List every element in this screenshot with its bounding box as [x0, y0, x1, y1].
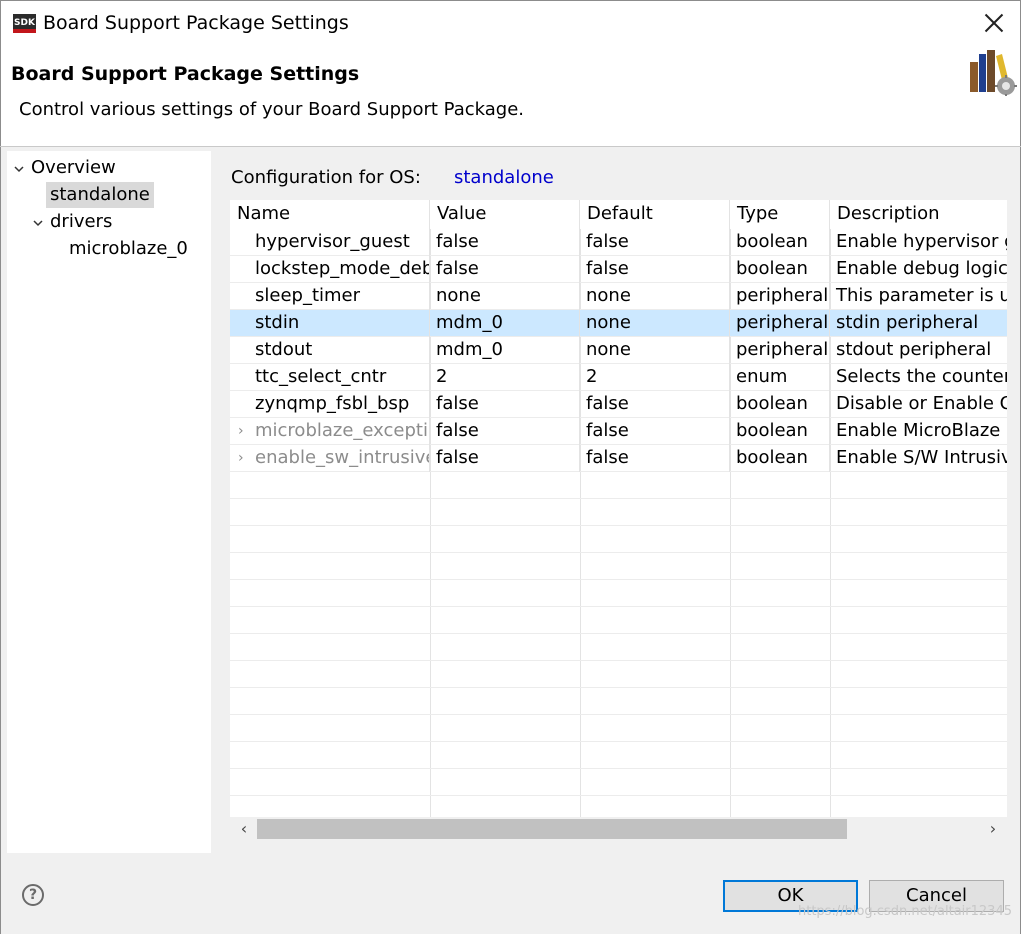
cell-value[interactable]: false: [430, 256, 580, 283]
cell-value[interactable]: false: [430, 229, 580, 256]
dialog-body: Overview standalone drivers microblaze_0…: [0, 147, 1021, 934]
chevron-down-icon[interactable]: [33, 218, 43, 228]
empty-row: [230, 742, 1007, 769]
cell-name: zynqmp_fsbl_bsp: [230, 391, 430, 418]
column-header-description[interactable]: Description: [830, 200, 1007, 229]
cell-default: false: [580, 445, 730, 472]
tree-item-drivers[interactable]: drivers: [50, 209, 112, 235]
cell-type: boolean: [730, 229, 830, 256]
column-header-default[interactable]: Default: [580, 200, 730, 229]
column-header-type[interactable]: Type: [730, 200, 830, 229]
cell-description: Enable S/W Intrusive: [836, 447, 1007, 468]
empty-row: [230, 607, 1007, 634]
table-row[interactable]: zynqmp_fsbl_bsp false false boolean Disa…: [230, 391, 1007, 418]
empty-row: [230, 526, 1007, 553]
empty-row: [230, 580, 1007, 607]
tree-item-microblaze[interactable]: microblaze_0: [69, 236, 188, 262]
config-os-value: standalone: [454, 167, 554, 188]
cell-default: false: [580, 229, 730, 256]
config-label: Configuration for OS:: [231, 167, 421, 188]
window-title: Board Support Package Settings: [43, 12, 349, 34]
books-gear-icon: [970, 50, 1017, 96]
cell-description: Enable hypervisor g: [836, 231, 1007, 252]
cell-value[interactable]: 2: [430, 364, 580, 391]
title-bar: SDK Board Support Package Settings: [0, 0, 1021, 46]
cell-description: Enable MicroBlaze E: [836, 420, 1007, 441]
cell-type: boolean: [730, 418, 830, 445]
table-row[interactable]: › microblaze_exceptio false false boolea…: [230, 418, 1007, 445]
table-header: Name Value Default Type Description: [230, 200, 1007, 229]
cell-description: Disable or Enable O: [836, 393, 1007, 414]
cell-default: none: [580, 337, 730, 364]
tree-item-standalone[interactable]: standalone: [46, 182, 154, 208]
empty-row: [230, 634, 1007, 661]
cell-description: Selects the counter: [836, 366, 1007, 387]
cell-name: enable_sw_intrusive_: [230, 445, 430, 472]
cell-name: ttc_select_cntr: [230, 364, 430, 391]
cell-name: stdout: [230, 337, 430, 364]
sdk-app-icon: SDK: [13, 14, 36, 33]
table-row[interactable]: hypervisor_guest false false boolean Ena…: [230, 229, 1007, 256]
cell-type: peripheral: [730, 283, 830, 310]
tree-item-overview[interactable]: Overview: [31, 155, 116, 181]
empty-row: [230, 661, 1007, 688]
table-row[interactable]: stdout mdm_0 none peripheral stdout peri…: [230, 337, 1007, 364]
header-description: Control various settings of your Board S…: [19, 99, 524, 120]
table-row-selected[interactable]: stdin mdm_0 none peripheral stdin periph…: [230, 310, 1007, 337]
cell-description: stdout peripheral: [836, 339, 992, 360]
close-icon[interactable]: [982, 11, 1006, 35]
column-header-value[interactable]: Value: [430, 200, 580, 229]
chevron-down-icon[interactable]: [14, 164, 24, 174]
scroll-left-icon[interactable]: ‹: [232, 817, 256, 841]
cell-default: 2: [580, 364, 730, 391]
cell-description: stdin peripheral: [836, 312, 979, 333]
table-row[interactable]: ttc_select_cntr 2 2 enum Selects the cou…: [230, 364, 1007, 391]
cell-default: none: [580, 310, 730, 337]
scroll-right-icon[interactable]: ›: [981, 817, 1005, 841]
header-title: Board Support Package Settings: [11, 63, 360, 85]
cell-name: stdin: [230, 310, 430, 337]
cell-description: This parameter is us: [836, 285, 1007, 306]
cell-default: false: [580, 256, 730, 283]
cell-type: boolean: [730, 256, 830, 283]
empty-row: [230, 715, 1007, 742]
cell-value[interactable]: false: [430, 418, 580, 445]
table-row[interactable]: › enable_sw_intrusive_ false false boole…: [230, 445, 1007, 472]
table-row[interactable]: sleep_timer none none peripheral This pa…: [230, 283, 1007, 310]
cell-default: none: [580, 283, 730, 310]
cell-value[interactable]: false: [430, 391, 580, 418]
cell-name: microblaze_exceptio: [230, 418, 430, 445]
horizontal-scrollbar[interactable]: ‹ ›: [230, 817, 1007, 841]
cell-value[interactable]: mdm_0: [430, 310, 580, 337]
empty-row: [230, 499, 1007, 526]
cell-type: boolean: [730, 445, 830, 472]
empty-row: [230, 472, 1007, 499]
dialog-header: Board Support Package Settings Control v…: [0, 46, 1021, 146]
cell-name: lockstep_mode_debu: [230, 256, 430, 283]
cell-value[interactable]: false: [430, 445, 580, 472]
cell-name: hypervisor_guest: [230, 229, 430, 256]
scrollbar-thumb[interactable]: [257, 819, 847, 839]
cell-name: sleep_timer: [230, 283, 430, 310]
empty-row: [230, 553, 1007, 580]
cell-type: enum: [730, 364, 830, 391]
table-row[interactable]: lockstep_mode_debu false false boolean E…: [230, 256, 1007, 283]
cell-value[interactable]: mdm_0: [430, 337, 580, 364]
cell-type: peripheral: [730, 310, 830, 337]
cell-default: false: [580, 391, 730, 418]
settings-table: Name Value Default Type Description hype…: [230, 200, 1007, 817]
settings-tree: Overview standalone drivers microblaze_0: [7, 151, 211, 853]
cell-value[interactable]: none: [430, 283, 580, 310]
column-header-name[interactable]: Name: [230, 200, 430, 229]
cell-description: Enable debug logic: [836, 258, 1007, 279]
help-icon[interactable]: ?: [22, 884, 44, 906]
cell-default: false: [580, 418, 730, 445]
cell-type: boolean: [730, 391, 830, 418]
empty-row: [230, 769, 1007, 796]
watermark: https://blog.csdn.net/altair12345: [797, 904, 1012, 919]
cell-type: peripheral: [730, 337, 830, 364]
empty-row: [230, 688, 1007, 715]
